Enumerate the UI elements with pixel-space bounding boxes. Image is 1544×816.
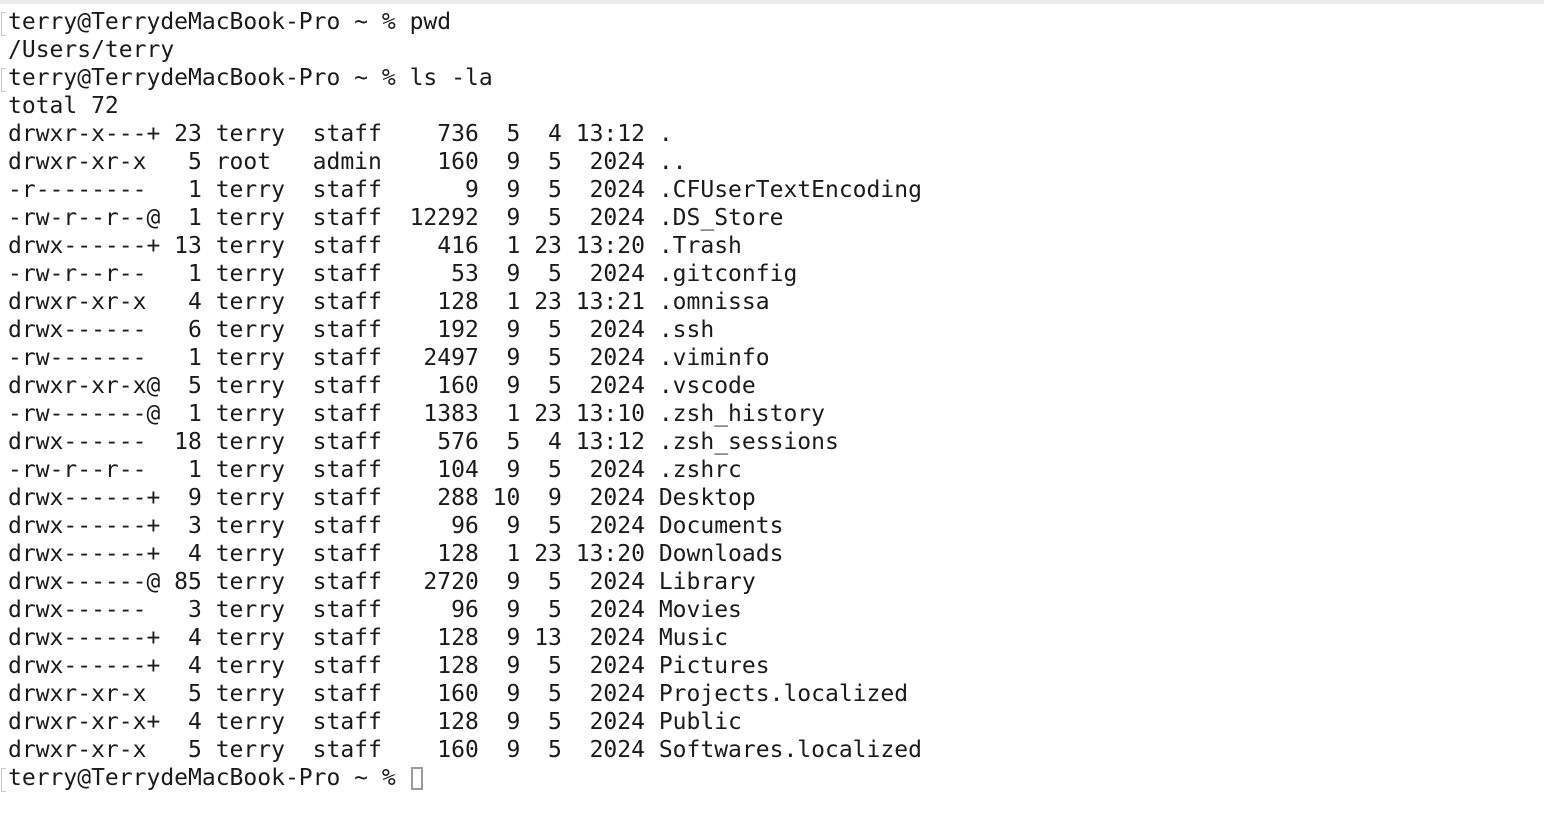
output-line: drwxr-xr-x@ 5 terry staff 160 9 5 2024 .… (0, 372, 922, 400)
output-text: drwxr-xr-x 4 terry staff 128 1 23 13:21 … (8, 289, 770, 315)
output-line: drwx------+ 4 terry staff 128 9 13 2024 … (0, 624, 922, 652)
output-line: total 72 (0, 92, 922, 120)
output-text: drwx------@ 85 terry staff 2720 9 5 2024… (8, 569, 756, 595)
output-text: drwx------+ 9 terry staff 288 10 9 2024 … (8, 485, 756, 511)
prompt-line: terry@TerrydeMacBook-Pro ~ % (0, 764, 922, 792)
output-text: drwx------ 18 terry staff 576 5 4 13:12 … (8, 429, 839, 455)
output-line: drwxr-xr-x 5 root admin 160 9 5 2024 .. (0, 148, 922, 176)
output-line: -rw-r--r-- 1 terry staff 104 9 5 2024 .z… (0, 456, 922, 484)
shell-prompt: terry@TerrydeMacBook-Pro ~ % (8, 765, 410, 791)
output-line: drwxr-xr-x 5 terry staff 160 9 5 2024 Pr… (0, 680, 922, 708)
shell-command: ls -la (409, 65, 493, 91)
output-line: drwx------+ 4 terry staff 128 1 23 13:20… (0, 540, 922, 568)
shell-prompt: terry@TerrydeMacBook-Pro ~ % (8, 9, 410, 35)
output-line: drwx------ 6 terry staff 192 9 5 2024 .s… (0, 316, 922, 344)
output-text: -rw-r--r--@ 1 terry staff 12292 9 5 2024… (8, 205, 784, 231)
output-line: drwx------+ 3 terry staff 96 9 5 2024 Do… (0, 512, 922, 540)
shell-prompt: terry@TerrydeMacBook-Pro ~ % (8, 65, 410, 91)
output-text: -rw-r--r-- 1 terry staff 53 9 5 2024 .gi… (8, 261, 798, 287)
output-text: drwxr-xr-x 5 terry staff 160 9 5 2024 Pr… (8, 681, 909, 707)
output-text: -rw------- 1 terry staff 2497 9 5 2024 .… (8, 345, 770, 371)
output-text: drwx------+ 13 terry staff 416 1 23 13:2… (8, 233, 742, 259)
terminal-output[interactable]: terry@TerrydeMacBook-Pro ~ % pwd/Users/t… (0, 8, 922, 792)
output-text: drwx------ 6 terry staff 192 9 5 2024 .s… (8, 317, 715, 343)
output-text: drwx------+ 4 terry staff 128 9 13 2024 … (8, 625, 729, 651)
output-line: drwxr-xr-x 5 terry staff 160 9 5 2024 So… (0, 736, 922, 764)
output-line: -rw-r--r--@ 1 terry staff 12292 9 5 2024… (0, 204, 922, 232)
output-line: drwxr-xr-x+ 4 terry staff 128 9 5 2024 P… (0, 708, 922, 736)
output-line: drwx------+ 4 terry staff 128 9 5 2024 P… (0, 652, 922, 680)
output-text: /Users/terry (8, 37, 175, 63)
text-cursor[interactable] (410, 767, 423, 790)
terminal-window[interactable]: terry@TerrydeMacBook-Pro ~ % pwd/Users/t… (0, 0, 1544, 816)
output-text: -r-------- 1 terry staff 9 9 5 2024 .CFU… (8, 177, 922, 203)
prompt-line: terry@TerrydeMacBook-Pro ~ % pwd (0, 8, 922, 36)
output-line: drwxr-xr-x 4 terry staff 128 1 23 13:21 … (0, 288, 922, 316)
output-text: drwxr-xr-x 5 root admin 160 9 5 2024 .. (8, 149, 687, 175)
shell-command: pwd (409, 9, 452, 35)
output-line: -rw-r--r-- 1 terry staff 53 9 5 2024 .gi… (0, 260, 922, 288)
output-line: drwx------ 3 terry staff 96 9 5 2024 Mov… (0, 596, 922, 624)
output-text: -rw-------@ 1 terry staff 1383 1 23 13:1… (8, 401, 825, 427)
output-text: drwxr-xr-x+ 4 terry staff 128 9 5 2024 P… (8, 709, 742, 735)
output-line: drwx------+ 13 terry staff 416 1 23 13:2… (0, 232, 922, 260)
output-text: drwx------ 3 terry staff 96 9 5 2024 Mov… (8, 597, 742, 623)
output-text: drwxr-xr-x 5 terry staff 160 9 5 2024 So… (8, 737, 922, 763)
output-text: total 72 (8, 93, 119, 119)
window-top-edge (0, 0, 1544, 4)
output-text: drwx------+ 3 terry staff 96 9 5 2024 Do… (8, 513, 784, 539)
output-line: drwxr-x---+ 23 terry staff 736 5 4 13:12… (0, 120, 922, 148)
output-text: drwxr-x---+ 23 terry staff 736 5 4 13:12… (8, 121, 673, 147)
prompt-line: terry@TerrydeMacBook-Pro ~ % ls -la (0, 64, 922, 92)
output-line: drwx------+ 9 terry staff 288 10 9 2024 … (0, 484, 922, 512)
output-line: -rw------- 1 terry staff 2497 9 5 2024 .… (0, 344, 922, 372)
output-text: drwxr-xr-x@ 5 terry staff 160 9 5 2024 .… (8, 373, 756, 399)
output-line: drwx------@ 85 terry staff 2720 9 5 2024… (0, 568, 922, 596)
output-text: drwx------+ 4 terry staff 128 1 23 13:20… (8, 541, 784, 567)
output-line: -rw-------@ 1 terry staff 1383 1 23 13:1… (0, 400, 922, 428)
output-line: -r-------- 1 terry staff 9 9 5 2024 .CFU… (0, 176, 922, 204)
output-line: /Users/terry (0, 36, 922, 64)
output-text: drwx------+ 4 terry staff 128 9 5 2024 P… (8, 653, 770, 679)
output-line: drwx------ 18 terry staff 576 5 4 13:12 … (0, 428, 922, 456)
output-text: -rw-r--r-- 1 terry staff 104 9 5 2024 .z… (8, 457, 742, 483)
